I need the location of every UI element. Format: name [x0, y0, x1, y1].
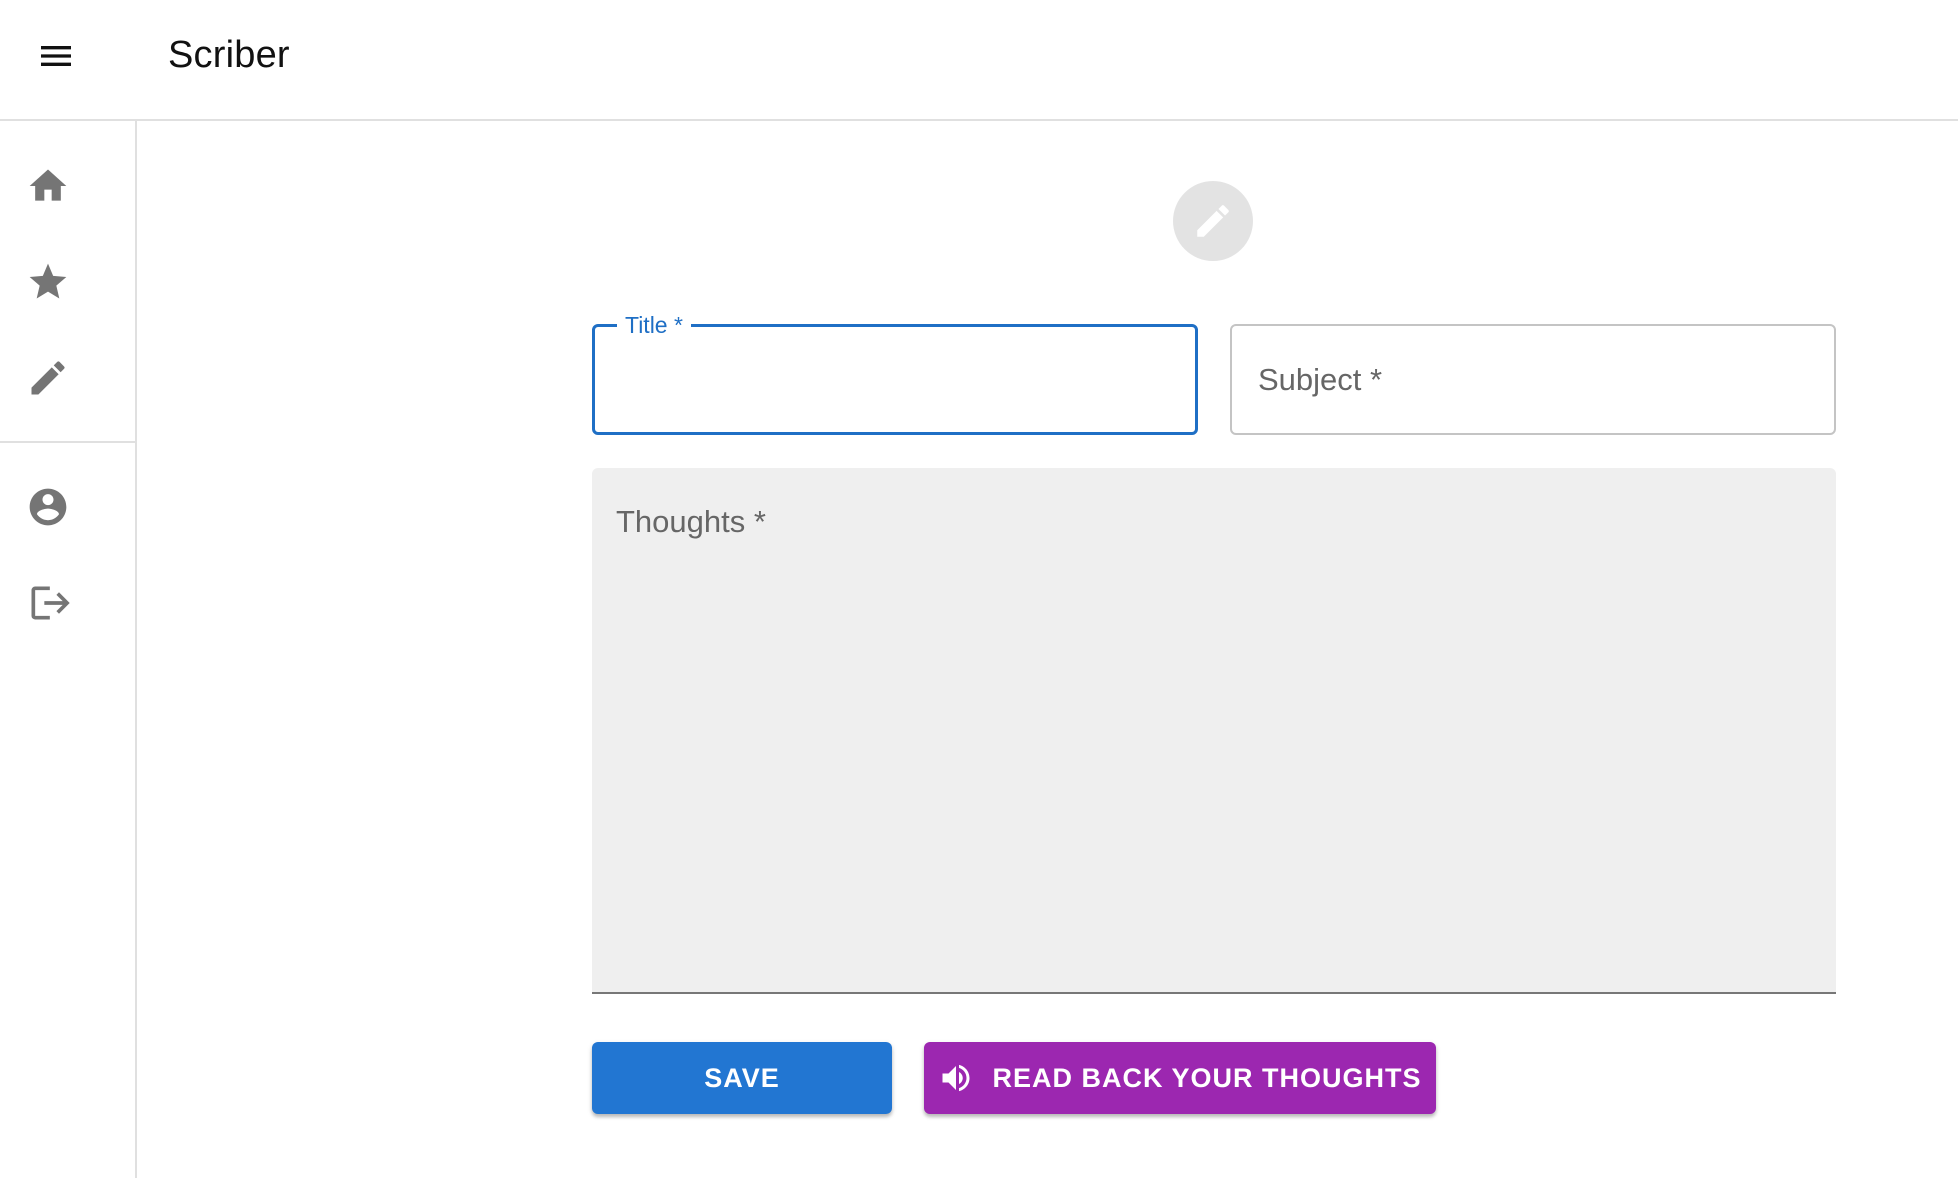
sidebar	[0, 121, 137, 1178]
subject-field[interactable]: Subject *	[1230, 324, 1836, 435]
title-input[interactable]	[595, 327, 1195, 432]
pencil-icon	[1197, 205, 1229, 237]
sidebar-item-logout[interactable]	[0, 555, 135, 651]
logout-icon	[31, 586, 70, 620]
subject-input[interactable]	[1232, 326, 1834, 433]
home-icon	[29, 169, 67, 201]
read-back-button-label: READ BACK YOUR THOUGHTS	[992, 1062, 1422, 1093]
sidebar-item-write[interactable]	[0, 330, 135, 426]
menu-button[interactable]	[22, 22, 90, 90]
save-button-label: SAVE	[704, 1062, 780, 1093]
app-bar: Scriber	[0, 0, 1958, 121]
sidebar-item-favorites[interactable]	[0, 234, 135, 330]
hamburger-menu-icon	[41, 46, 71, 66]
star-icon	[29, 263, 67, 299]
form-header-avatar	[1173, 181, 1253, 261]
thoughts-field[interactable]: Thoughts *	[592, 468, 1836, 994]
account-circle-icon	[29, 488, 67, 526]
pencil-icon	[31, 361, 65, 395]
thoughts-textarea[interactable]	[592, 468, 1836, 992]
read-back-button[interactable]: READ BACK YOUR THOUGHTS	[924, 1042, 1436, 1114]
sidebar-item-home[interactable]	[0, 138, 135, 234]
save-button[interactable]: SAVE	[592, 1042, 892, 1114]
sidebar-divider	[0, 441, 135, 443]
title-field[interactable]: Title *	[592, 310, 1198, 435]
app-title: Scriber	[168, 34, 290, 76]
volume-icon	[942, 1064, 970, 1092]
sidebar-item-profile[interactable]	[0, 459, 135, 555]
